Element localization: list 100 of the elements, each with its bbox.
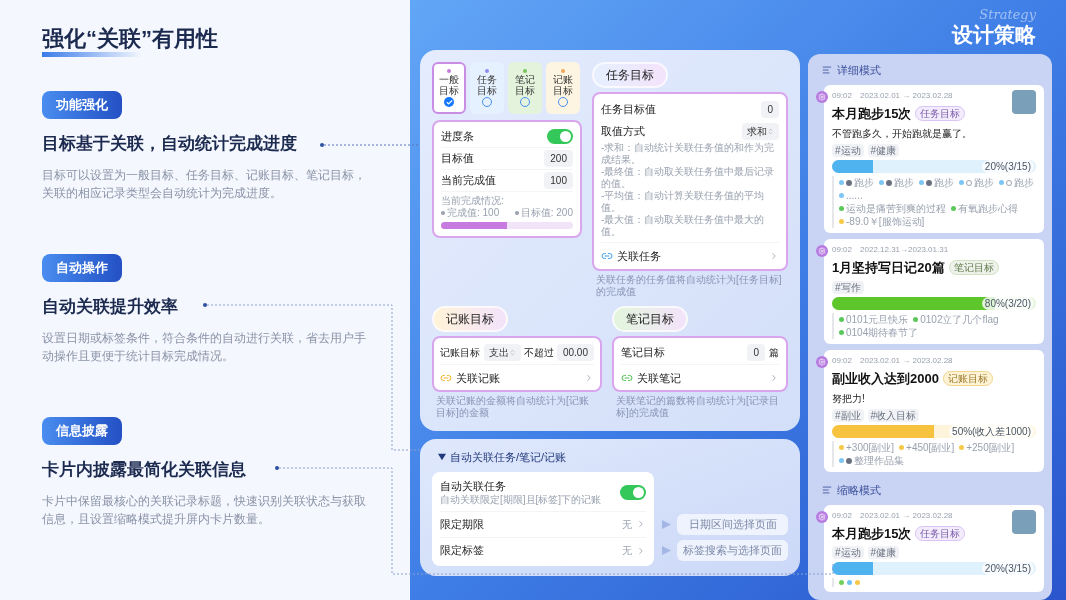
goal-card[interactable]: 09:02 2023.02.01 → 2023.02.28 本月跑步15次 任务目标 不管跑多久，开始跑就是赢了。 #运动 #健康 20%(3/15) 跑步 跑步 跑步 跑步 跑步 ...... 运动是痛苦到爽的过程 有氧跑步心得 -89.0￥[服饰运动] (824, 84, 1044, 233)
setting-value: 无 (622, 544, 632, 558)
setting-label: 任务目标值 (601, 101, 656, 117)
linked-record[interactable]: 0104期待春节了 (846, 325, 919, 339)
goal-type-tile[interactable]: 任务目标 (470, 62, 504, 114)
caption: 关联笔记的篇数将自动统计为[记录目标]的完成值 (615, 395, 780, 419)
goal-type-tile[interactable]: 笔记目标 (508, 62, 542, 114)
linked-record[interactable]: 跑步 (894, 176, 914, 189)
linked-record[interactable]: 跑步 (1014, 176, 1034, 189)
link-label[interactable]: 关联笔记 (637, 369, 765, 386)
gear-icon (816, 245, 828, 257)
value-field[interactable]: 200 (544, 150, 573, 167)
target-page-label: 日期区间选择页面 (677, 514, 788, 535)
target-value: 目标值: 200 (520, 207, 573, 219)
goal-type-label: 一般目标 (439, 74, 459, 96)
section-body: 卡片中保留最核心的关联记录标题，快速识别关联状态与获取信息，且设置缩略模式提升屏内卡片数量。 (42, 492, 367, 528)
section-heading: 目标基于关联，自动统计完成进度 (42, 133, 297, 155)
goal-type-tile[interactable]: 一般目标 (432, 62, 466, 114)
linked-record[interactable]: 整理作品集 (854, 454, 904, 467)
section-title: 自动关联任务/笔记/记账 (450, 450, 567, 465)
select-field[interactable]: 支出 (483, 344, 521, 361)
value-field[interactable]: 0 (747, 344, 765, 361)
gear-icon (816, 90, 828, 103)
tag[interactable]: #运动 (832, 546, 864, 559)
linked-record[interactable]: +250[副业] (966, 441, 1015, 454)
card-time: 09:02 (832, 509, 853, 522)
list-icon (822, 485, 832, 496)
linked-record[interactable]: 0101元旦快乐 (846, 312, 909, 326)
setting-hint: 自动关联限定[期限]且[标签]下的记账 (440, 494, 603, 507)
card-date-range: 2023.02.01 → 2023.02.28 (860, 354, 953, 367)
linked-record[interactable]: +300[副业] (846, 441, 895, 454)
select-field[interactable]: 求和 (742, 122, 779, 140)
linked-record[interactable]: ...... (846, 189, 863, 202)
value-field[interactable]: 100 (544, 172, 573, 189)
card-title: 副业收入达到2000 (832, 369, 939, 388)
section-heading: 卡片内披露最简化关联信息 (42, 459, 246, 481)
card-date-range: 2023.02.01 → 2023.02.28 (860, 509, 953, 522)
section-pill: 记账目标 (432, 305, 508, 332)
unit-label: 篇 (769, 346, 779, 360)
link-label[interactable]: 关联任务 (617, 248, 765, 265)
goal-type-tile[interactable]: 记账目标 (546, 62, 580, 114)
goal-card[interactable]: 09:02 2022.12.31→2023.01.31 1月坚持写日记20篇 笔记目标 #写作 80%(3/20) 0101元旦快乐 0102立了几个flag 0104期待春节了 (824, 239, 1044, 344)
goal-type-badge: 笔记目标 (948, 260, 999, 276)
chevron-right-icon[interactable] (769, 251, 779, 262)
chevron-up-down-icon[interactable] (767, 127, 774, 135)
goal-type-badge: 记账目标 (942, 370, 993, 386)
setting-label: 当前完成值 (441, 173, 496, 189)
mode-header: 详细模式 (837, 63, 881, 78)
toggle-switch[interactable] (620, 484, 646, 500)
tag[interactable]: #运动 (832, 144, 864, 157)
condition-label: 不超过 (523, 346, 554, 360)
setting-label: 限定期限 (440, 516, 485, 532)
tag[interactable]: #收入目标 (867, 409, 920, 422)
chevron-right-icon[interactable] (584, 372, 594, 383)
triangle-icon (662, 546, 671, 555)
goal-card[interactable]: 09:02 2023.02.01 → 2023.02.28 本月跑步15次 任务目标 #运动 #健康 20%(3/15) (824, 504, 1044, 592)
caption: 关联记账的金额将自动统计为[记账目标]的金额 (435, 395, 590, 419)
goal-type-label: 记账目标 (553, 74, 573, 96)
card-title: 本月跑步15次 (832, 524, 912, 543)
card-title: 1月坚持写日记20篇 (832, 259, 945, 277)
setting-label: 目标值 (441, 151, 474, 167)
caret-icon[interactable] (438, 453, 446, 462)
section-tag: 信息披露 (42, 417, 122, 445)
section-heading: 自动关联提升效率 (42, 296, 178, 318)
link-label[interactable]: 关联记账 (456, 369, 580, 386)
tag[interactable]: #健康 (867, 144, 900, 157)
section-body: 目标可以设置为一般目标、任务目标、记账目标、笔记目标，关联的相应记录类型会自动统计为完成进度。 (42, 166, 367, 202)
target-page-label: 标签搜索与选择页面 (677, 540, 788, 561)
goal-type-badge: 任务目标 (915, 105, 966, 121)
caption: 关联任务的任务值将自动统计为[任务目标]的完成值 (595, 273, 783, 298)
goal-card[interactable]: 09:02 2023.02.01 → 2023.02.28 副业收入达到2000 记账目标 努把力! #副业 #收入目标 50%(收入差1000) +300[副业] +450[副业] +250[副业] 整理作品集 (824, 349, 1044, 472)
value-field[interactable]: 00.00 (556, 344, 594, 361)
tag[interactable]: #写作 (832, 280, 864, 294)
linked-record[interactable]: +450[副业] (906, 441, 955, 454)
goal-type-label: 笔记目标 (515, 74, 535, 96)
value-field[interactable]: 0 (761, 100, 779, 118)
card-note: 努把力! (832, 392, 866, 406)
tag[interactable]: #健康 (867, 546, 900, 559)
linked-record[interactable]: 跑步 (854, 176, 874, 189)
progress-label: 20%(3/15) (981, 160, 1034, 173)
brand-title: 设计策略 (952, 22, 1036, 48)
chevron-right-icon[interactable] (769, 372, 779, 383)
linked-record[interactable]: 跑步 (974, 176, 994, 189)
section-tag: 自动操作 (42, 254, 122, 282)
chevron-right-icon[interactable] (636, 519, 646, 529)
linked-record[interactable]: 有氧跑步心得 (958, 202, 1018, 215)
linked-record[interactable]: 运动是痛苦到爽的过程 (846, 202, 946, 215)
chevron-right-icon[interactable] (636, 545, 646, 556)
tag[interactable]: #副业 (832, 409, 864, 422)
card-time: 09:02 (832, 354, 853, 367)
linked-record[interactable]: -89.0￥[服饰运动] (846, 215, 925, 228)
rule-note: -求和：自动统计关联任务值的和作为完成结果。 (601, 142, 776, 166)
goal-type-badge: 任务目标 (915, 525, 966, 541)
chevron-up-down-icon[interactable] (508, 349, 516, 356)
linked-record[interactable]: 跑步 (934, 176, 954, 189)
setting-label: 记账目标 (440, 346, 481, 360)
linked-record[interactable]: 0102立了几个flag (920, 312, 999, 326)
radio-checked-icon (444, 97, 454, 107)
section-tag: 功能强化 (42, 91, 122, 119)
toggle-switch[interactable] (547, 129, 573, 144)
